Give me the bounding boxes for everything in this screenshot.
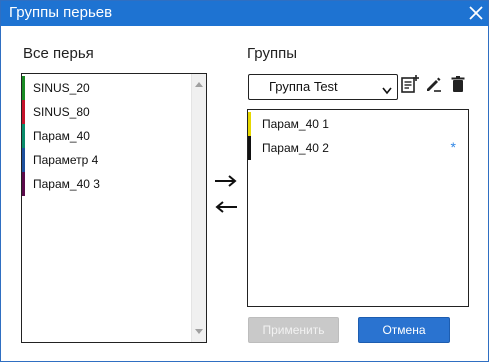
group-select[interactable]: Группа Test xyxy=(248,74,398,100)
groups-label: Группы xyxy=(247,45,297,62)
pen-label: Парам_40 1 xyxy=(262,117,329,131)
pen-label: Парам_40 xyxy=(33,129,90,143)
pen-color-swatch xyxy=(248,112,251,136)
all-pens-list[interactable]: SINUS_20 SINUS_80 Парам_40 Параметр 4 Па… xyxy=(21,73,207,343)
edit-pen-icon[interactable] xyxy=(424,74,444,94)
list-item[interactable]: Парам_40 xyxy=(22,124,206,148)
dialog-title: Группы перьев xyxy=(9,4,113,21)
pen-label: Параметр 4 xyxy=(33,153,99,167)
pen-label: Парам_40 2 xyxy=(262,141,329,155)
apply-button[interactable]: Применить xyxy=(248,317,339,343)
list-item[interactable]: Парам_40 3 xyxy=(22,172,206,196)
group-pens-list[interactable]: Парам_40 1 Парам_40 2 * xyxy=(247,109,469,307)
pen-color-swatch xyxy=(248,136,251,160)
list-item[interactable]: Парам_40 1 xyxy=(248,112,468,136)
cancel-button[interactable]: Отмена xyxy=(358,317,450,343)
arrow-left-icon[interactable] xyxy=(213,200,239,214)
arrow-right-icon[interactable] xyxy=(213,174,239,188)
list-item[interactable]: Парам_40 2 * xyxy=(248,136,468,160)
trash-icon[interactable] xyxy=(448,74,468,94)
all-pens-label: Все перья xyxy=(23,45,94,62)
pen-color-swatch xyxy=(22,76,25,100)
list-item[interactable]: Параметр 4 xyxy=(22,148,206,172)
pen-color-swatch xyxy=(22,124,25,148)
modified-marker: * xyxy=(450,139,456,155)
pen-label: SINUS_80 xyxy=(33,105,90,119)
pen-label: Парам_40 3 xyxy=(33,177,100,191)
title-bar: Группы перьев xyxy=(1,1,488,26)
close-icon[interactable] xyxy=(466,3,486,23)
vertical-scrollbar[interactable] xyxy=(191,74,206,342)
selected-group-value: Группа Test xyxy=(269,79,338,94)
pen-color-swatch xyxy=(22,172,25,196)
chevron-down-icon xyxy=(382,82,392,100)
pen-label: SINUS_20 xyxy=(33,81,90,95)
add-note-icon[interactable] xyxy=(400,74,420,94)
pen-color-swatch xyxy=(22,148,25,172)
list-item[interactable]: SINUS_20 xyxy=(22,76,206,100)
scroll-up-icon[interactable] xyxy=(195,82,203,87)
list-item[interactable]: SINUS_80 xyxy=(22,100,206,124)
pen-groups-dialog: Группы перьев Все перья SINUS_20 SINUS_8… xyxy=(0,0,489,362)
pen-color-swatch xyxy=(22,100,25,124)
scroll-down-icon[interactable] xyxy=(195,329,203,334)
